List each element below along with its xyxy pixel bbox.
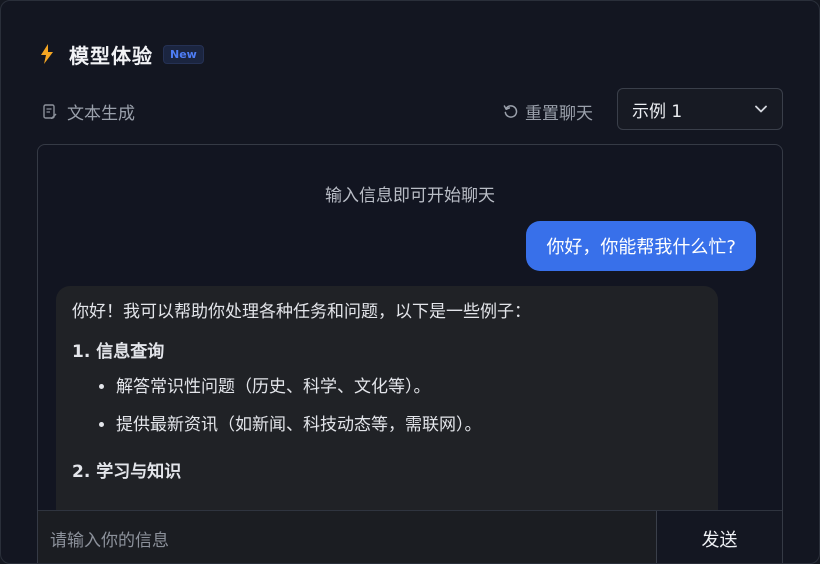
section-list: 解答常识性问题（历史、科学、文化等）。 提供最新资讯（如新闻、科技动态等，需联网… [72,375,702,438]
page-title: 模型体验 [69,43,153,68]
new-badge: New [163,44,204,64]
reset-icon [503,104,519,120]
chat-area: 输入信息即可开始聊天 你好，你能帮我什么忙? 你好！我可以帮助你处理各种任务和问… [37,144,783,563]
list-item: 解答常识性问题（历史、科学、文化等）。 [116,375,702,401]
list-item: 提供最新资讯（如新闻、科技动态等，需联网）。 [116,413,702,439]
send-button[interactable]: 发送 [656,511,782,563]
toolbar: 文本生成 重置聊天 示例 1 [39,88,783,132]
text-edit-icon [43,103,59,121]
chat-start-hint: 输入信息即可开始聊天 [325,186,495,206]
lightning-bolt-icon [39,44,55,64]
message-input-bar: 发送 [38,510,782,563]
assistant-message-bubble: 你好！我可以帮助你处理各种任务和问题，以下是一些例子： 1. 信息查询 解答常识… [56,286,718,546]
section-heading: 2. 学习与知识 [72,462,182,482]
reset-chat-label: 重置聊天 [525,104,593,124]
chevron-down-icon [754,99,768,119]
assistant-intro-text: 你好！我可以帮助你处理各种任务和问题，以下是一些例子： [72,302,531,322]
reset-chat-button[interactable]: 重置聊天 [503,99,593,124]
user-message-bubble: 你好，你能帮我什么忙? [526,221,756,271]
example-select[interactable]: 示例 1 [617,88,783,130]
mode-label: 文本生成 [67,104,135,124]
message-input[interactable] [38,511,656,563]
example-select-value: 示例 1 [632,101,683,122]
panel-header: 模型体验 New [39,39,204,69]
section-heading: 1. 信息查询 [72,341,165,362]
model-experience-panel: 模型体验 New 文本生成 重置聊天 示例 1 输入信息即可开始聊天 你好，你能… [0,0,820,564]
mode-label-group: 文本生成 [43,99,135,124]
